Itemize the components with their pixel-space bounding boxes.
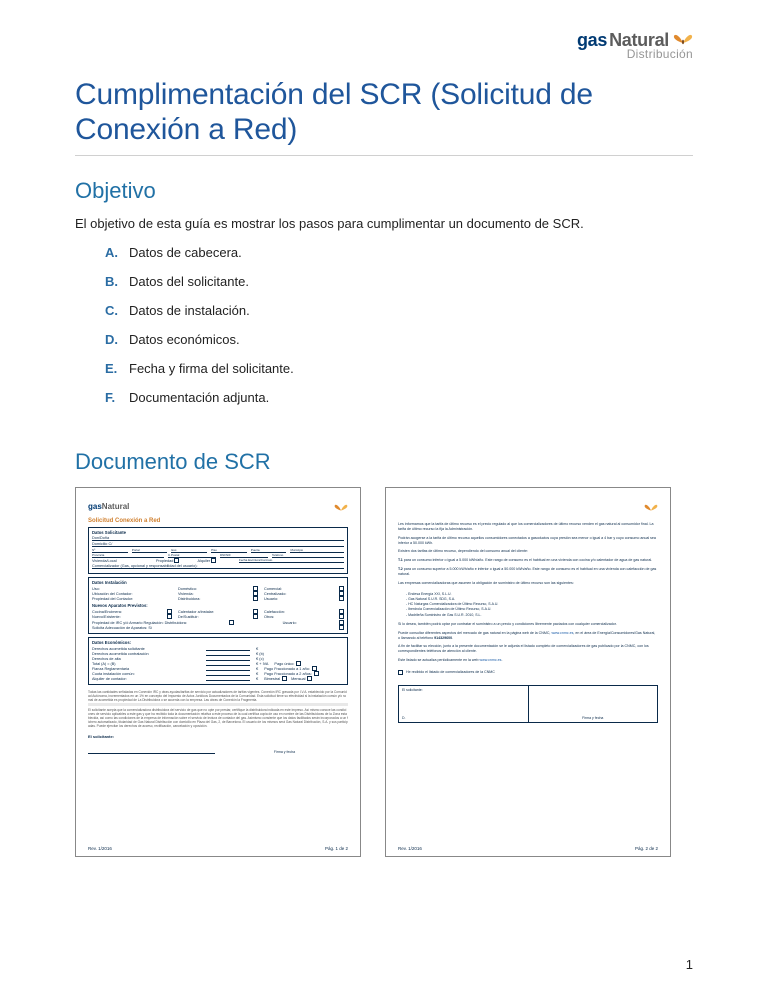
fineprint: Todas las cantidades señaladas en Conexi…: [88, 690, 348, 702]
economicos-box: Datos Económicos: Derechos acometida sol…: [88, 637, 348, 685]
list-item: B.Datos del solicitante.: [105, 274, 693, 289]
page-title: Cumplimentación del SCR (Solicitud de Co…: [75, 78, 693, 147]
title-divider: [75, 155, 693, 156]
doc-section-heading: Documento de SCR: [75, 449, 693, 475]
footer-rev: Rev. 1/2016: [88, 846, 112, 851]
scr-form-title: Solicitud Conexión a Red: [88, 518, 348, 524]
objective-intro: El objetivo de esta guía es mostrar los …: [75, 216, 693, 231]
brand-gas: gas: [577, 31, 607, 49]
page-number: 1: [686, 957, 693, 972]
instalacion-box: Datos Instalación Uso: Ubicación del Con…: [88, 577, 348, 634]
list-item: D.Datos económicos.: [105, 332, 693, 347]
butterfly-icon: [644, 500, 658, 512]
list-item: E.Fecha y firma del solicitante.: [105, 361, 693, 376]
list-item: F.Documentación adjunta.: [105, 390, 693, 405]
butterfly-icon: [673, 28, 693, 46]
list-item: C.Datos de instalación.: [105, 303, 693, 318]
scr-page-2-thumbnail: Les informamos que la tarifa de último r…: [385, 487, 671, 857]
brand-logo: gasNatural Distribución: [75, 28, 693, 60]
footer-page: Pág. 2 de 2: [635, 846, 658, 851]
list-item: A.Datos de cabecera.: [105, 245, 693, 260]
objective-list: A.Datos de cabecera. B.Datos del solicit…: [105, 245, 693, 405]
footer-rev: Rev. 1/2016: [398, 846, 422, 851]
solicitante-box: Datos Solicitante Don/Doña Domicilio C/ …: [88, 527, 348, 574]
scr-page-1-thumbnail: gasNatural Solicitud Conexión a Red Dato…: [75, 487, 361, 857]
objective-heading: Objetivo: [75, 178, 693, 204]
footer-page: Pág. 1 de 2: [325, 846, 348, 851]
mini-logo: gasNatural: [88, 502, 129, 511]
butterfly-icon: [334, 500, 348, 512]
